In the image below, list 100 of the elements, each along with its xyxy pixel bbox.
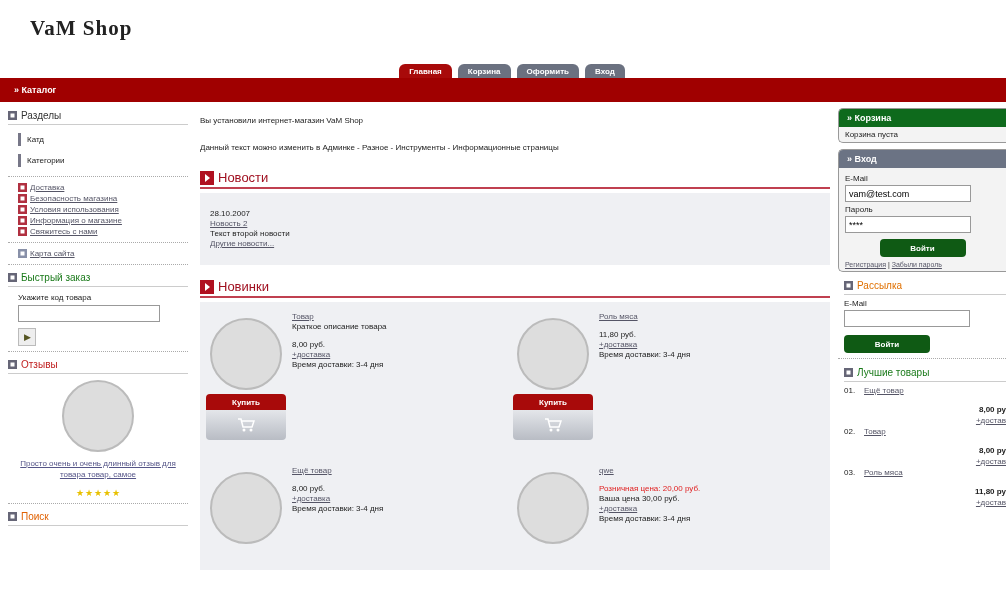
section-heading: Новости	[218, 170, 269, 185]
shipping-link[interactable]: +доставка	[292, 494, 384, 504]
square-bullet-icon	[8, 360, 17, 369]
delivery-time: Время доставки: 3-4 дня	[292, 360, 385, 370]
square-bullet-icon	[8, 111, 17, 120]
square-bullet-icon	[18, 249, 27, 258]
section-heading: Отзывы	[21, 359, 58, 370]
square-bullet-icon	[18, 194, 27, 203]
product-price: 8,00 ру	[977, 445, 1006, 455]
cart-title: » Корзина	[839, 109, 1006, 127]
more-news-link[interactable]: Другие новости...	[210, 239, 820, 249]
shipping-link[interactable]: +доставка	[599, 504, 701, 514]
rank-number: 02.	[844, 427, 857, 436]
section-heading: Рассылка	[857, 280, 903, 291]
email-field[interactable]: vam@test.com	[845, 185, 971, 202]
shipping-link[interactable]: +доставка	[599, 340, 691, 350]
product-name-link[interactable]: Товар	[864, 427, 1006, 436]
shop-logo: VaM Shop	[29, 15, 134, 42]
star-icon: ★	[112, 488, 120, 498]
section-heading: Поиск	[21, 511, 49, 522]
product-code-field[interactable]	[18, 305, 160, 322]
info-link[interactable]: Доставка	[30, 182, 65, 193]
password-field[interactable]: ****	[845, 216, 971, 233]
star-icon: ★	[94, 488, 102, 498]
square-bullet-icon	[18, 183, 27, 192]
nav-tab[interactable]: Вход	[585, 64, 625, 78]
product-price: 11,80 руб.	[599, 330, 637, 340]
nav-tab[interactable]: Главная	[399, 64, 452, 78]
delivery-time: Время доставки: 3-4 дня	[292, 504, 384, 514]
submit-button[interactable]: ▶	[18, 328, 36, 346]
info-link[interactable]: Безопасность магазина	[30, 193, 118, 204]
retail-price: Розничная цена: 20,00 руб.	[599, 484, 701, 494]
intro-text: Вы установили интернет-магазин VaM Shop	[200, 116, 365, 125]
star-icon: ★	[103, 488, 111, 498]
square-bullet-icon	[8, 512, 17, 521]
info-link[interactable]: Условия использования	[30, 204, 119, 215]
cart-status: Корзина пуста	[844, 129, 899, 141]
info-link[interactable]: Свяжитесь с нами	[30, 226, 98, 237]
category-marker	[18, 133, 21, 146]
email-label: E-Mail	[844, 299, 868, 308]
cart-icon	[237, 417, 255, 433]
square-bullet-icon	[18, 216, 27, 225]
quick-order-label: Укажите код товара	[18, 293, 93, 302]
square-bullet-icon	[18, 227, 27, 236]
category-marker	[18, 154, 21, 167]
product-price: 8,00 руб.	[292, 340, 327, 350]
section-heading: Быстрый заказ	[21, 272, 91, 283]
category-link[interactable]: Катд	[27, 135, 44, 144]
review-link[interactable]: Просто очень и очень длинный отзыв для товара товар, самое	[8, 458, 188, 480]
buy-button[interactable]: Купить	[513, 394, 593, 410]
product-price: 8,00 ру	[977, 404, 1006, 414]
intro-text: Данный текст можно изменить в Админке - Разное - Инструменты - Информационные страницы	[200, 143, 560, 152]
product-name-link[interactable]: qwe	[599, 466, 701, 476]
play-bullet-icon	[200, 170, 214, 185]
shipping-link[interactable]: +достав	[864, 457, 1006, 466]
product-name-link[interactable]: Роль мяса	[599, 312, 691, 322]
newsletter-email-field[interactable]	[844, 310, 970, 327]
square-bullet-icon	[18, 205, 27, 214]
login-title: » Вход	[839, 150, 1006, 168]
category-link[interactable]: Категории	[27, 156, 65, 165]
sitemap-link[interactable]: Карта сайта	[30, 248, 75, 259]
product-name-link[interactable]: Товар	[292, 312, 387, 322]
buy-button[interactable]: Купить	[206, 394, 286, 410]
delivery-time: Время доставки: 3-4 дня	[599, 350, 691, 360]
news-date: 28.10.2007	[210, 209, 252, 219]
product-description: Краткое описание товара	[292, 322, 387, 332]
product-name-link[interactable]: Роль мяса	[864, 468, 1006, 477]
section-heading: Разделы	[21, 110, 62, 121]
rank-number: 03.	[844, 468, 857, 477]
product-name-link[interactable]: Ещё товар	[864, 386, 1006, 395]
news-headline-link[interactable]: Новость 2	[210, 219, 820, 229]
shipping-link[interactable]: +достав	[864, 498, 1006, 507]
nav-tab[interactable]: Оформить	[516, 64, 579, 78]
news-text: Текст второй новости	[210, 229, 291, 239]
info-link[interactable]: Информация о магазине	[30, 215, 122, 226]
star-icon: ★	[85, 488, 93, 498]
square-bullet-icon	[844, 281, 853, 290]
section-heading: Лучшие товары	[857, 367, 930, 378]
email-label: E-Mail	[845, 174, 869, 183]
product-price: 11,80 ру	[973, 486, 1006, 496]
delivery-time: Время доставки: 3-4 дня	[599, 514, 692, 524]
product-price: 8,00 руб.	[292, 484, 327, 494]
shipping-link[interactable]: +достав	[864, 416, 1006, 425]
rank-number: 01.	[844, 386, 857, 395]
login-button[interactable]: Войти	[879, 239, 966, 257]
subscribe-button[interactable]: Войти	[844, 335, 930, 353]
star-icon: ★	[76, 488, 84, 498]
cart-button[interactable]	[513, 410, 593, 440]
cart-icon	[544, 417, 562, 433]
square-bullet-icon	[844, 368, 853, 377]
nav-tab[interactable]: Корзина	[457, 64, 511, 78]
cart-button[interactable]	[206, 410, 286, 440]
password-label: Пароль	[845, 205, 874, 214]
play-bullet-icon	[200, 279, 214, 294]
shipping-link[interactable]: +доставка	[292, 350, 387, 360]
product-name-link[interactable]: Ещё товар	[292, 466, 384, 476]
catalog-title[interactable]: » Каталог	[14, 85, 57, 95]
product-price: Ваша цена 30,00 руб.	[599, 494, 681, 504]
section-heading: Новинки	[218, 279, 269, 294]
square-bullet-icon	[8, 273, 17, 282]
